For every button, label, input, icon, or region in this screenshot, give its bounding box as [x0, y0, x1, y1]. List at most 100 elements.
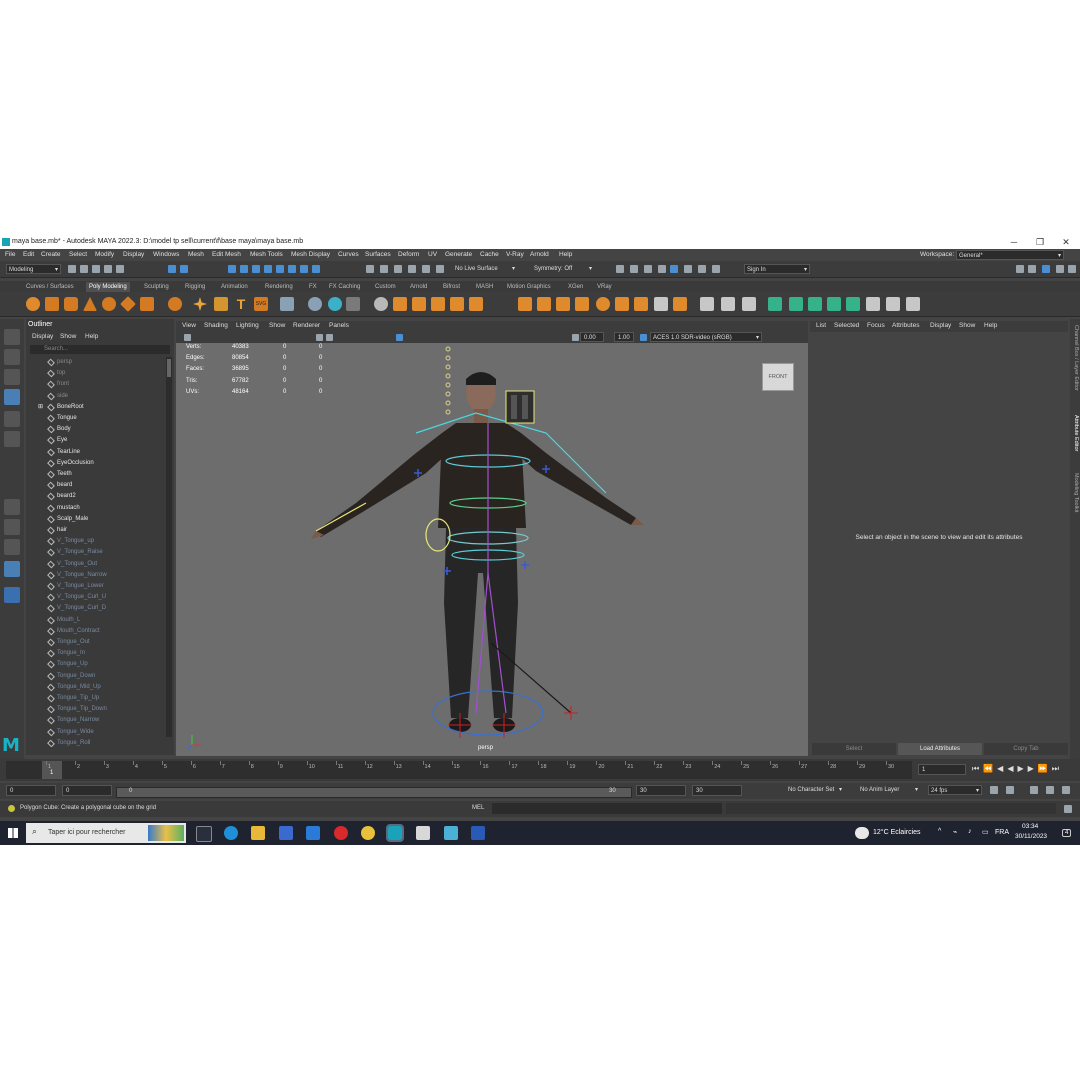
snap-edge-icon[interactable] [300, 265, 308, 273]
mirror-icon[interactable] [374, 297, 388, 311]
outliner-item[interactable]: Scalp_Male [26, 514, 166, 525]
smooth-icon[interactable] [328, 297, 342, 311]
ae-menu-list[interactable]: List [816, 322, 826, 329]
outliner-menu-help[interactable]: Help [85, 333, 98, 340]
shelf-tab-fx-caching[interactable]: FX Caching [329, 282, 360, 292]
outliner-item[interactable]: V_Tongue_Lower [26, 581, 166, 592]
bevel-icon[interactable] [450, 297, 464, 311]
select-hierarchy-icon[interactable] [168, 265, 176, 273]
outliner-item[interactable]: beard2 [26, 491, 166, 502]
network-icon[interactable]: ⌁ [953, 828, 957, 836]
scrollbar-thumb[interactable] [167, 359, 171, 377]
menu-mesh-tools[interactable]: Mesh Tools [250, 249, 283, 261]
planar-uv-icon[interactable] [768, 297, 782, 311]
outliner-item[interactable]: Tongue_Tip_Up [26, 693, 166, 704]
task-view-icon[interactable] [196, 826, 212, 842]
undo-icon[interactable] [104, 265, 112, 273]
shelf-tab-animation[interactable]: Animation [221, 282, 248, 292]
layout-toggle-icon[interactable] [4, 561, 20, 577]
new-scene-icon[interactable] [68, 265, 76, 273]
paint-select-icon[interactable] [4, 369, 20, 385]
command-input[interactable] [492, 803, 722, 814]
search-icon[interactable] [4, 587, 20, 603]
fill-hole-icon[interactable] [518, 297, 532, 311]
snap-point-icon[interactable] [252, 265, 260, 273]
lasso-3-icon[interactable] [408, 265, 416, 273]
render-icon[interactable] [698, 265, 706, 273]
outliner-scrollbar[interactable] [166, 357, 172, 737]
shelf-tab-mash[interactable]: MASH [476, 282, 493, 292]
outliner-item[interactable]: TearLine [26, 447, 166, 458]
outliner-item[interactable]: Tongue_Out [26, 637, 166, 648]
sound-icon[interactable] [1030, 786, 1038, 794]
extract-icon[interactable] [393, 297, 407, 311]
menu-create[interactable]: Create [41, 249, 61, 261]
word-icon[interactable] [471, 826, 485, 840]
append-icon[interactable] [469, 297, 483, 311]
wireframe-icon[interactable] [316, 334, 323, 341]
soft-select-icon[interactable] [742, 297, 756, 311]
language-indicator[interactable]: FRA [995, 829, 1009, 836]
shelf-tab-rigging[interactable]: Rigging [185, 282, 205, 292]
shelf-tab-custom[interactable]: Custom [375, 282, 396, 292]
viewport-menu-renderer[interactable]: Renderer [293, 322, 320, 329]
outliner-item[interactable]: top [26, 368, 166, 379]
poly-cone-icon[interactable] [83, 297, 97, 311]
outliner-item[interactable]: V_Tongue_up [26, 536, 166, 547]
outliner-item[interactable]: BoneRoot ⊞ [26, 402, 166, 413]
sign-in-dropdown[interactable]: Sign In [744, 264, 810, 275]
current-frame-field[interactable]: 1 [918, 764, 966, 775]
color-space-dropdown[interactable]: ACES 1.0 SDR-video (sRGB) [650, 332, 762, 343]
insert-edge-loop-icon[interactable] [700, 297, 714, 311]
outliner-item[interactable]: Mouth_Contract [26, 626, 166, 637]
lasso-4-icon[interactable] [422, 265, 430, 273]
camera-based-uv-icon[interactable] [846, 297, 860, 311]
poly-disc-icon[interactable] [140, 297, 154, 311]
poly-plane-icon[interactable] [120, 296, 136, 312]
outliner-item[interactable]: V_Tongue_Curl_D [26, 603, 166, 614]
shelf-tab-bifrost[interactable]: Bifrost [443, 282, 460, 292]
lasso-2-icon[interactable] [394, 265, 402, 273]
scene-start-field[interactable]: 0 [6, 785, 56, 796]
outliner-menu-display[interactable]: Display [32, 333, 53, 340]
four-view-icon[interactable] [4, 519, 20, 535]
restore-button[interactable]: ❐ [1028, 235, 1052, 249]
poly-sphere-icon[interactable] [26, 297, 40, 311]
outliner-item[interactable]: side [26, 391, 166, 402]
shelf-tab-sculpting[interactable]: Sculpting [144, 282, 169, 292]
menu-windows[interactable]: Windows [153, 249, 179, 261]
redo-icon[interactable] [116, 265, 124, 273]
select-tool-icon[interactable] [4, 329, 20, 345]
attribute-editor-toggle-icon[interactable] [1042, 265, 1050, 273]
app-icon[interactable] [444, 826, 458, 840]
viewport-menu-lighting[interactable]: Lighting [236, 322, 259, 329]
textured-icon[interactable] [396, 334, 403, 341]
file-explorer-icon[interactable] [251, 826, 265, 840]
side-tab-modeling-toolkit[interactable]: Modeling Toolkit [1071, 473, 1079, 512]
cylindrical-uv-icon[interactable] [789, 297, 803, 311]
playback-speed-icon[interactable] [1046, 786, 1054, 794]
clock-time[interactable]: 03:34 [1022, 823, 1038, 830]
fps-dropdown[interactable]: 24 fps [928, 785, 982, 796]
timeline-bar[interactable]: 1 1 2 3 4 5 6 7 8 9 10 11 12 13 14 15 16 17 18 19 20 21 22 23 2… [6, 761, 912, 779]
separate-icon[interactable] [308, 297, 322, 311]
outliner-item[interactable]: persp [26, 357, 166, 368]
side-tab-attribute-editor[interactable]: Attribute Editor [1071, 415, 1079, 451]
menu-select[interactable]: Select [69, 249, 87, 261]
combine-icon[interactable] [280, 297, 294, 311]
construction-history-icon[interactable] [366, 265, 374, 273]
menu-deform[interactable]: Deform [398, 249, 419, 261]
menu-uv[interactable]: UV [428, 249, 437, 261]
outliner-item[interactable]: EyeOcclusion [26, 458, 166, 469]
spherical-uv-icon[interactable] [808, 297, 822, 311]
checker-icon[interactable] [866, 297, 880, 311]
menu-help[interactable]: Help [559, 249, 572, 261]
ae-menu-show[interactable]: Show [959, 322, 975, 329]
extrude-icon[interactable] [412, 297, 426, 311]
outliner-item[interactable]: V_Tongue_Raise [26, 547, 166, 558]
outliner-item[interactable]: beard [26, 480, 166, 491]
bridge-icon[interactable] [431, 297, 445, 311]
channel-box-toggle-icon[interactable] [1056, 265, 1064, 273]
render-view-icon[interactable] [684, 265, 692, 273]
exposure-field[interactable]: 0.00 [580, 332, 604, 342]
